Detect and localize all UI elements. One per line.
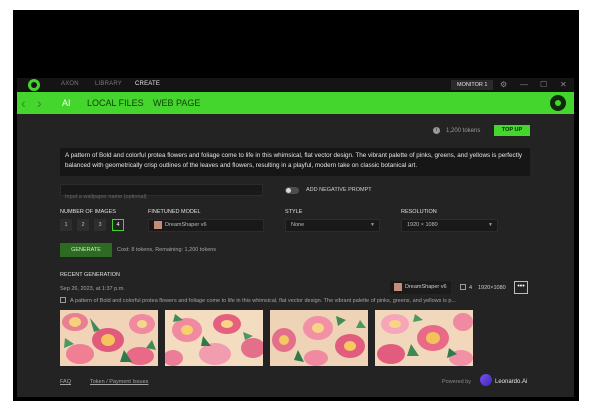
resolution-label: RESOLUTION — [401, 209, 437, 215]
generation-prompt: A pattern of Bold and colorful protea fl… — [60, 297, 530, 305]
wallpaper-name-field[interactable] — [60, 184, 270, 202]
tab-local-files[interactable]: LOCAL FILES — [87, 97, 144, 109]
title-bar: AXON LIBRARY CREATE MONITOR 1 ⚙ — ☐ ✕ — [17, 78, 574, 92]
more-options-button[interactable]: ••• — [514, 281, 528, 294]
powered-by-label: Powered by — [442, 379, 472, 385]
style-label: STYLE — [285, 209, 303, 215]
nav-create[interactable]: CREATE — [135, 81, 160, 87]
image-count: 4 — [460, 284, 472, 292]
token-balance: 1,200 tokens — [446, 128, 481, 134]
forward-arrow-icon[interactable]: › — [37, 95, 42, 111]
generation-prompt-text: A pattern of Bold and colorful protea fl… — [70, 298, 457, 304]
leonardo-logo-icon — [480, 374, 492, 386]
tab-web-page[interactable]: WEB PAGE — [153, 97, 200, 109]
chevron-down-icon: ▼ — [488, 222, 493, 228]
num-images-label: NUMBER OF IMAGES — [60, 209, 116, 215]
style-value: None — [291, 222, 305, 228]
num-images-option[interactable]: 1 — [60, 219, 72, 231]
model-thumbnail — [154, 220, 162, 229]
back-arrow-icon[interactable]: ‹ — [21, 95, 26, 111]
negative-prompt-label: ADD NEGATIVE PROMPT — [306, 187, 372, 193]
generated-image[interactable] — [375, 310, 473, 366]
faq-link[interactable]: FAQ — [60, 378, 71, 386]
generated-image[interactable] — [165, 310, 263, 366]
leonardo-brand: Leonardo.Ai — [495, 379, 528, 385]
model-thumbnail — [394, 282, 402, 291]
close-icon[interactable]: ✕ — [560, 79, 567, 91]
nav-axon[interactable]: AXON — [61, 81, 79, 87]
tab-ai[interactable]: AI — [62, 97, 71, 109]
generation-model: DreamShaper v6 — [405, 284, 447, 290]
resolution-select[interactable]: 1920 × 1080 ▼ — [401, 219, 498, 232]
num-images-option[interactable]: 3 — [94, 219, 106, 231]
generated-image[interactable] — [270, 310, 368, 366]
app-window: AXON LIBRARY CREATE MONITOR 1 ⚙ — ☐ ✕ ‹ … — [17, 78, 574, 397]
source-tab-bar: ‹ › AI LOCAL FILES WEB PAGE — [17, 92, 574, 114]
monitor-selector[interactable]: MONITOR 1 — [451, 80, 494, 90]
maximize-icon[interactable]: ☐ — [540, 79, 547, 91]
wallpaper-name-input[interactable] — [61, 192, 270, 202]
resolution-value: 1920 × 1080 — [407, 222, 438, 228]
generation-date: Sep 26, 2023, at 1:37 p.m. — [60, 286, 125, 292]
model-value: DreamShaper v6 — [165, 222, 207, 228]
recent-generation-title: RECENT GENERATION — [60, 272, 120, 278]
num-images-option-selected[interactable]: 4 — [112, 219, 124, 231]
generation-model-chip: DreamShaper v6 — [390, 281, 451, 294]
razer-logo-icon — [28, 79, 40, 91]
user-avatar[interactable] — [550, 95, 566, 111]
top-up-button[interactable]: TOP UP — [494, 125, 530, 136]
generate-button[interactable]: GENERATE — [60, 243, 112, 257]
style-select[interactable]: None ▼ — [285, 219, 380, 232]
negative-prompt-toggle[interactable] — [285, 187, 299, 194]
num-images-option[interactable]: 2 — [77, 219, 89, 231]
model-label: FINETUNED MODEL — [148, 209, 201, 215]
generated-image[interactable] — [60, 310, 158, 366]
minimize-icon[interactable]: — — [520, 79, 528, 91]
settings-icon[interactable]: ⚙ — [500, 79, 507, 91]
prompt-textarea[interactable]: A pattern of Bold and colorful protea fl… — [60, 148, 530, 176]
nav-library[interactable]: LIBRARY — [95, 81, 122, 87]
token-payment-issues-link[interactable]: Token / Payment Issues — [90, 378, 148, 386]
cost-text: Cost: 8 tokens, Remaining: 1,200 tokens — [117, 247, 217, 253]
copy-icon[interactable] — [60, 297, 66, 303]
model-select[interactable]: DreamShaper v6 — [148, 219, 264, 232]
info-icon[interactable]: i — [433, 127, 440, 134]
generation-resolution: 1920×1080 — [478, 285, 506, 291]
chevron-down-icon: ▼ — [370, 222, 375, 228]
